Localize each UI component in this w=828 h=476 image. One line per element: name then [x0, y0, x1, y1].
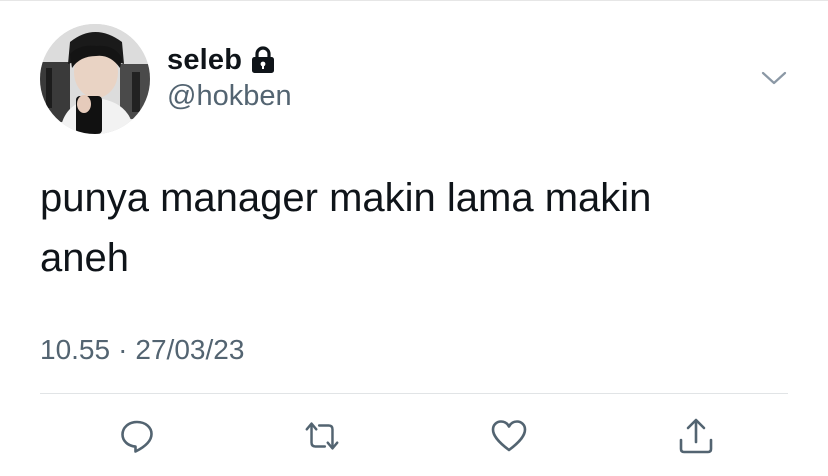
tweet-text-line: aneh [40, 236, 129, 280]
timestamp[interactable]: 10.55 · 27/03/23 [40, 334, 244, 366]
like-button[interactable] [489, 416, 529, 456]
avatar[interactable] [40, 24, 150, 134]
tweet-date: 27/03/23 [135, 334, 245, 365]
author-name-row: seleb [167, 42, 276, 78]
display-name[interactable]: seleb [167, 44, 242, 77]
avatar-photo [40, 24, 150, 134]
tweet-text: punya manager makin lama makin aneh [40, 168, 760, 288]
timestamp-separator: · [118, 334, 128, 365]
reply-button[interactable] [117, 416, 157, 456]
retweet-button[interactable] [302, 416, 342, 456]
share-button[interactable] [676, 416, 716, 456]
user-handle[interactable]: @hokben [167, 80, 292, 113]
heart-icon [491, 420, 527, 452]
chevron-down-icon[interactable] [759, 66, 789, 90]
retweet-icon [305, 422, 339, 450]
tweet-time: 10.55 [40, 334, 111, 365]
tweet-text-line: punya manager makin lama makin [40, 176, 652, 220]
share-icon [679, 418, 713, 454]
actions-divider [40, 393, 788, 394]
tweet-card: seleb @hokben punya manager makin lama m… [0, 0, 828, 476]
lock-icon [250, 46, 276, 74]
top-divider [0, 0, 828, 1]
reply-icon [121, 420, 153, 453]
